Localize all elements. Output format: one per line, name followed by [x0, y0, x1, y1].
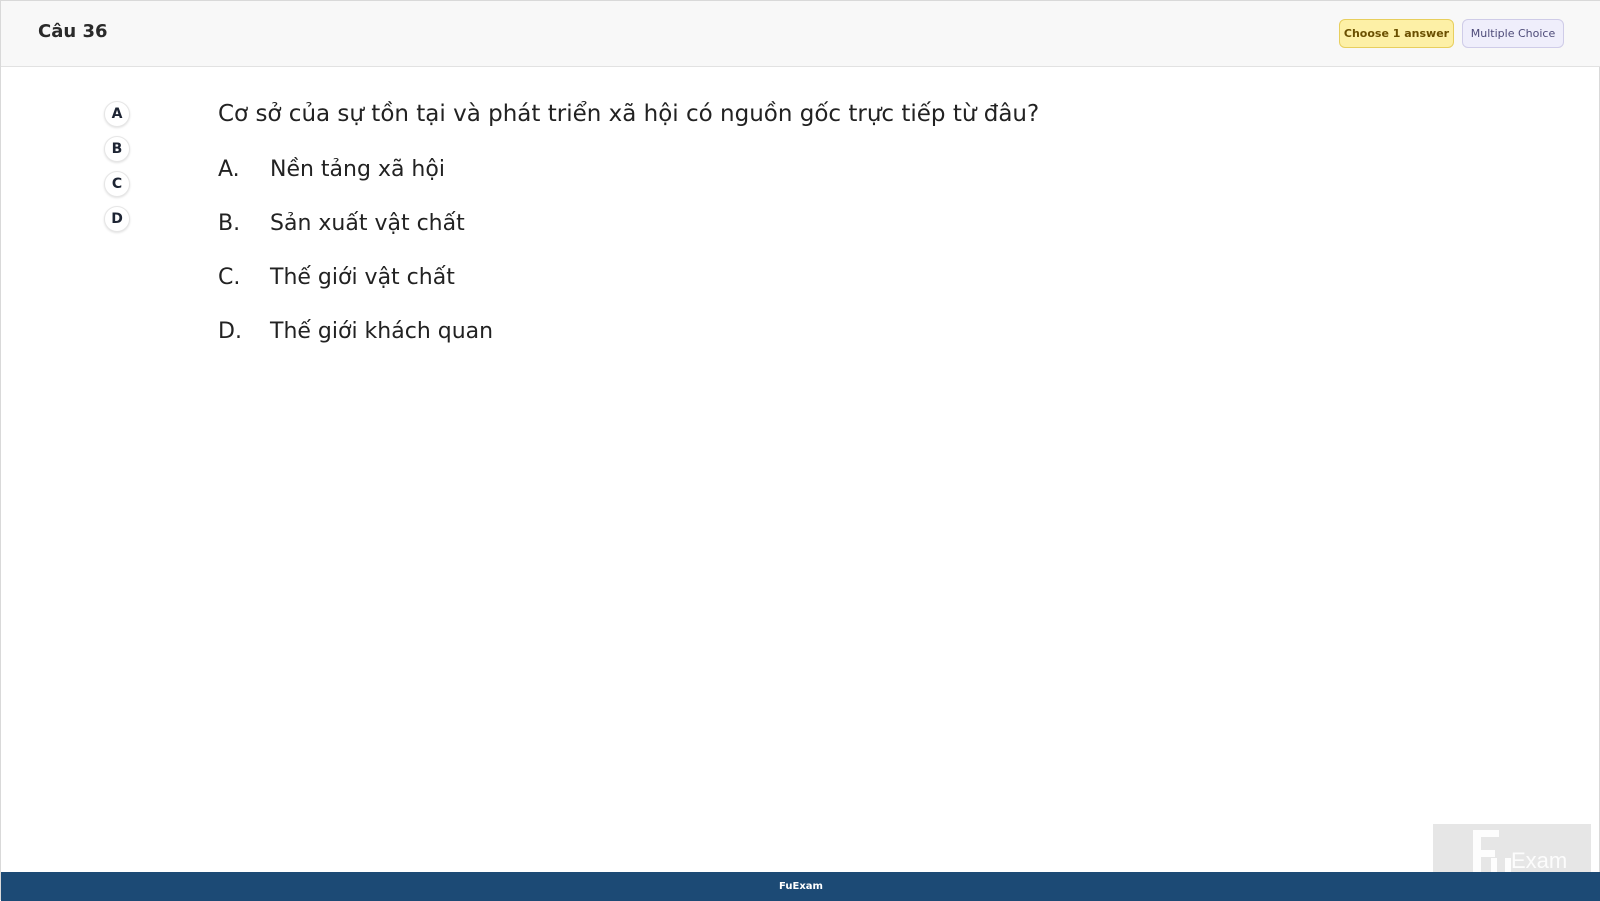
- question-number: Câu 36: [38, 21, 108, 42]
- option-text: Thế giới vật chất: [270, 265, 455, 290]
- answer-button-a[interactable]: A: [104, 101, 130, 127]
- question-header: Câu 36 Choose 1 answer Multiple Choice: [1, 1, 1600, 67]
- exam-window: Câu 36 Choose 1 answer Multiple Choice A…: [0, 0, 1600, 901]
- question-type-badge: Multiple Choice: [1462, 19, 1564, 48]
- choose-answer-badge: Choose 1 answer: [1339, 19, 1454, 48]
- option-text: Sản xuất vật chất: [270, 211, 465, 236]
- option-b: B. Sản xuất vật chất: [218, 211, 465, 236]
- option-letter: C.: [218, 265, 241, 290]
- footer-bar: FuExam: [1, 872, 1600, 901]
- option-text: Nền tảng xã hội: [270, 157, 445, 182]
- option-d: D. Thế giới khách quan: [218, 319, 493, 344]
- footer-label: FuExam: [779, 881, 823, 892]
- watermark-text: Exam: [1511, 848, 1567, 873]
- option-c: C. Thế giới vật chất: [218, 265, 455, 290]
- option-a: A. Nền tảng xã hội: [218, 157, 445, 182]
- answer-button-b[interactable]: B: [104, 136, 130, 162]
- answer-button-d[interactable]: D: [104, 206, 130, 232]
- option-letter: B.: [218, 211, 241, 236]
- answer-button-c[interactable]: C: [104, 171, 130, 197]
- option-letter: A.: [218, 157, 240, 182]
- question-text: Cơ sở của sự tồn tại và phát triển xã hộ…: [218, 101, 1040, 127]
- option-text: Thế giới khách quan: [270, 319, 494, 344]
- option-letter: D.: [218, 319, 242, 344]
